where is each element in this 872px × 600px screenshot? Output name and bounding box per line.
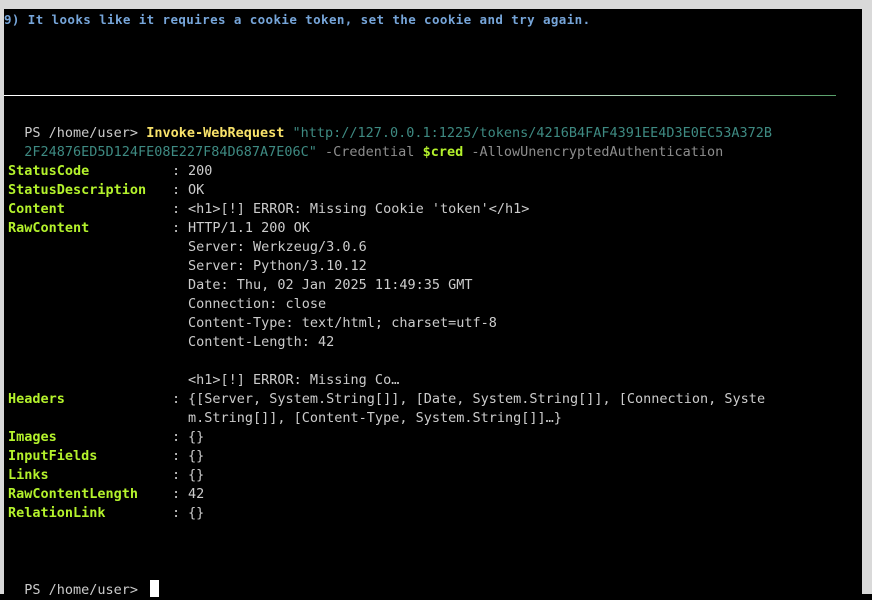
section-divider <box>4 95 836 96</box>
output-row-links: Links : {} <box>8 466 204 485</box>
output-row-rawcontent-cont: Date: Thu, 02 Jan 2025 11:49:35 GMT <box>8 276 472 295</box>
property-separator: : <box>172 201 181 217</box>
instruction-banner: 9) It looks like it requires a cookie to… <box>4 12 591 27</box>
property-separator: : <box>172 486 181 502</box>
property-value: 200 <box>188 163 213 179</box>
property-separator: : <box>172 391 181 407</box>
property-separator: : <box>172 467 181 483</box>
property-value: {} <box>188 448 205 464</box>
unencrypted-auth-parameter: -AllowUnencryptedAuthentication <box>471 144 724 160</box>
rawcontent-line: Content-Type: text/html; charset=utf-8 <box>188 315 497 331</box>
property-value: {} <box>188 505 205 521</box>
property-key: RawContentLength <box>8 486 139 502</box>
property-key: StatusDescription <box>8 182 147 198</box>
shell-prompt: PS /home/user> <box>24 582 147 598</box>
property-value: {} <box>188 467 205 483</box>
text-cursor <box>150 580 160 597</box>
output-row-rawcontent-cont: Content-Length: 42 <box>8 333 334 352</box>
property-value: m.String[]], [Content-Type, System.Strin… <box>188 410 562 426</box>
rawcontent-line: HTTP/1.1 200 OK <box>188 220 310 236</box>
property-key: Content <box>8 201 65 217</box>
property-separator: : <box>172 163 181 179</box>
property-separator: : <box>172 429 181 445</box>
property-value: 42 <box>188 486 205 502</box>
output-row-rawcontent-cont: Server: Python/3.10.12 <box>8 257 367 276</box>
property-key: InputFields <box>8 448 98 464</box>
output-row-statuscode: StatusCode : 200 <box>8 162 212 181</box>
command-line-continuation[interactable]: 2F24876ED5D124FE08E227F84D687A7E06C" -Cr… <box>8 124 723 160</box>
rawcontent-line: Server: Python/3.10.12 <box>188 258 367 274</box>
command-line[interactable]: PS /home/user> Invoke-WebRequest "http:/… <box>8 105 772 141</box>
url-string-part2: 2F24876ED5D124FE08E227F84D687A7E06C" <box>24 144 317 160</box>
active-prompt-line[interactable]: PS /home/user> <box>8 561 160 598</box>
property-key: Links <box>8 467 49 483</box>
property-separator: : <box>172 220 181 236</box>
property-separator: : <box>172 182 181 198</box>
rawcontent-line: Content-Length: 42 <box>188 334 335 350</box>
output-row-rawcontent: RawContent : HTTP/1.1 200 OK <box>8 219 310 238</box>
output-row-rawcontent-cont: Content-Type: text/html; charset=utf-8 <box>8 314 497 333</box>
property-key: Images <box>8 429 57 445</box>
output-row-rawcontent-cont <box>8 352 24 371</box>
property-key: Headers <box>8 391 65 407</box>
output-row-headers-cont: m.String[]], [Content-Type, System.Strin… <box>8 409 562 428</box>
property-value: <h1>[!] ERROR: Missing Cookie 'token'</h… <box>188 201 530 217</box>
output-row-images: Images : {} <box>8 428 204 447</box>
property-key: RelationLink <box>8 505 106 521</box>
output-row-relationlink: RelationLink : {} <box>8 504 204 523</box>
rawcontent-line: Date: Thu, 02 Jan 2025 11:49:35 GMT <box>188 277 473 293</box>
output-row-content: Content : <h1>[!] ERROR: Missing Cookie … <box>8 200 529 219</box>
output-row-inputfields: InputFields : {} <box>8 447 204 466</box>
terminal-window[interactable] <box>0 0 872 594</box>
output-row-rawcontent-cont: Connection: close <box>8 295 326 314</box>
cred-variable: $cred <box>422 144 464 160</box>
rawcontent-line: <h1>[!] ERROR: Missing Co… <box>188 372 400 388</box>
property-key: StatusCode <box>8 163 90 179</box>
rawcontent-line: Server: Werkzeug/3.0.6 <box>188 239 367 255</box>
property-value: {[Server, System.String[]], [Date, Syste… <box>188 391 766 407</box>
output-row-statusdescription: StatusDescription : OK <box>8 181 204 200</box>
property-separator: : <box>172 505 181 521</box>
output-row-rawcontent-cont: Server: Werkzeug/3.0.6 <box>8 238 367 257</box>
property-value: OK <box>188 182 205 198</box>
credential-parameter: -Credential <box>325 144 415 160</box>
output-row-rawcontent-cont: <h1>[!] ERROR: Missing Co… <box>8 371 399 390</box>
property-separator: : <box>172 448 181 464</box>
property-value: {} <box>188 429 205 445</box>
property-key: RawContent <box>8 220 90 236</box>
rawcontent-line: Connection: close <box>188 296 327 312</box>
output-row-rawcontentlength: RawContentLength : 42 <box>8 485 204 504</box>
output-row-headers: Headers : {[Server, System.String[]], [D… <box>8 390 765 409</box>
